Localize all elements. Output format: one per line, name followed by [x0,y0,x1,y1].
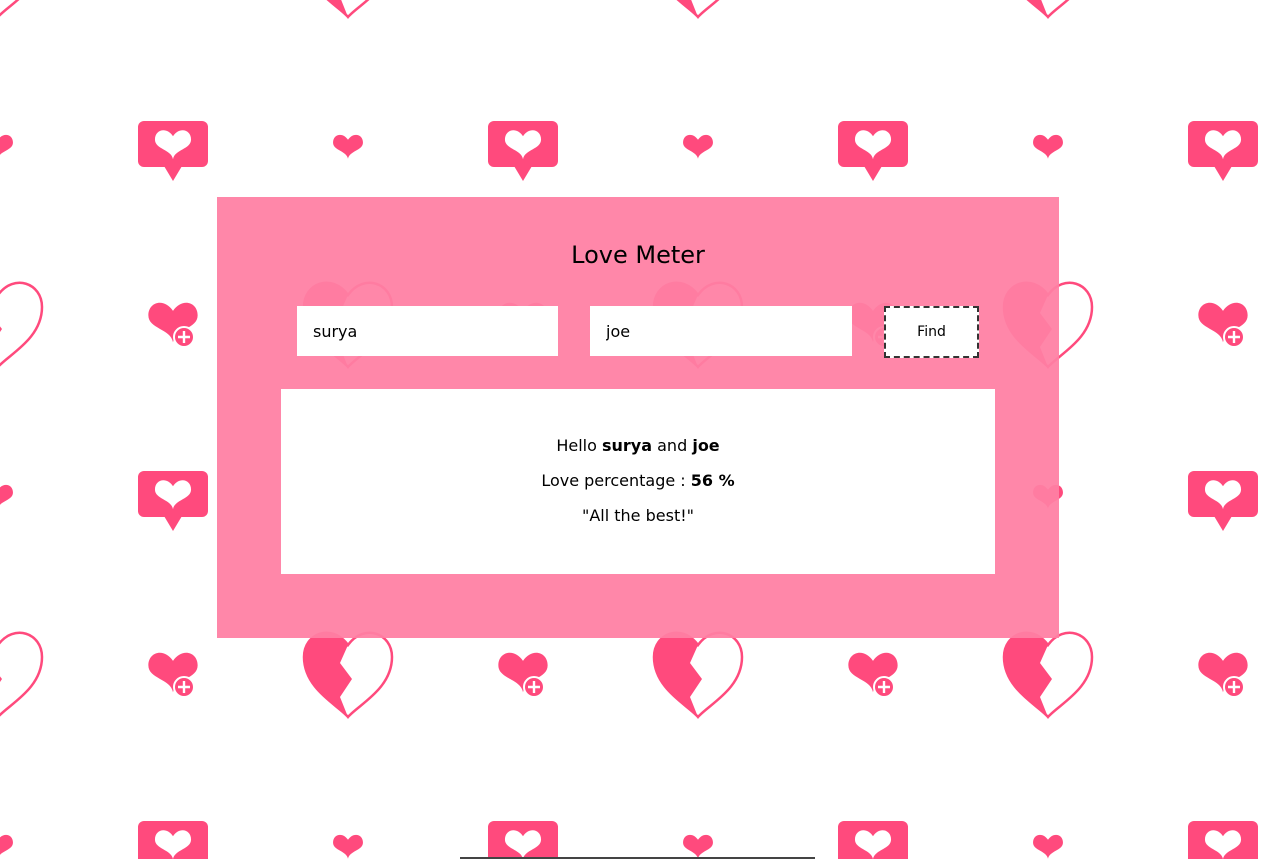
small-heart-icon [0,485,13,509]
heart-speech-bubble-icon [138,821,208,859]
small-heart-icon [333,835,363,859]
heart-speech-bubble-icon [1188,821,1258,859]
page-title: Love Meter [571,241,705,269]
small-heart-icon [683,835,713,859]
heart-speech-bubble-icon [1188,121,1258,181]
heart-speech-bubble-icon [488,121,558,181]
heart-plus-icon [148,303,197,347]
result-message: "All the best!" [581,506,694,525]
love-meter-card: Love Meter Find Hello surya and joe Love… [217,197,1059,638]
broken-heart-icon [302,631,394,719]
heart-speech-bubble-icon [1188,471,1258,531]
small-heart-icon [333,135,363,159]
broken-heart-icon [1002,0,1094,19]
percentage-value: 56 % [690,471,735,490]
broken-heart-icon [0,631,44,719]
heart-speech-bubble-icon [138,471,208,531]
broken-heart-icon [652,631,744,719]
heart-plus-icon [498,653,547,697]
heart-plus-icon [148,653,197,697]
heart-speech-bubble-icon [838,121,908,181]
greeting-line: Hello surya and joe [281,436,995,455]
broken-heart-icon [302,0,394,19]
broken-heart-icon [1002,631,1094,719]
heart-plus-icon [1198,653,1247,697]
result-name2: joe [692,436,720,455]
broken-heart-icon [652,0,744,19]
second-name-input[interactable] [590,306,852,356]
heart-plus-icon [1198,303,1247,347]
find-button[interactable]: Find [884,306,979,358]
percentage-label: Love percentage : [541,471,686,490]
small-heart-icon [0,835,13,859]
small-heart-icon [1033,135,1063,159]
greeting-text: Hello [556,436,597,455]
conjunction-text: and [657,436,688,455]
broken-heart-icon [0,0,44,19]
percentage-line: Love percentage : 56 % [281,471,995,490]
small-heart-icon [0,135,13,159]
heart-speech-bubble-icon [488,821,558,859]
heart-speech-bubble-icon [838,821,908,859]
first-name-input[interactable] [297,306,558,356]
heart-plus-icon [848,653,897,697]
result-panel: Hello surya and joe Love percentage : 56… [281,389,995,574]
broken-heart-icon [0,281,44,369]
result-name1: surya [602,436,653,455]
small-heart-icon [1033,835,1063,859]
heart-speech-bubble-icon [138,121,208,181]
small-heart-icon [683,135,713,159]
